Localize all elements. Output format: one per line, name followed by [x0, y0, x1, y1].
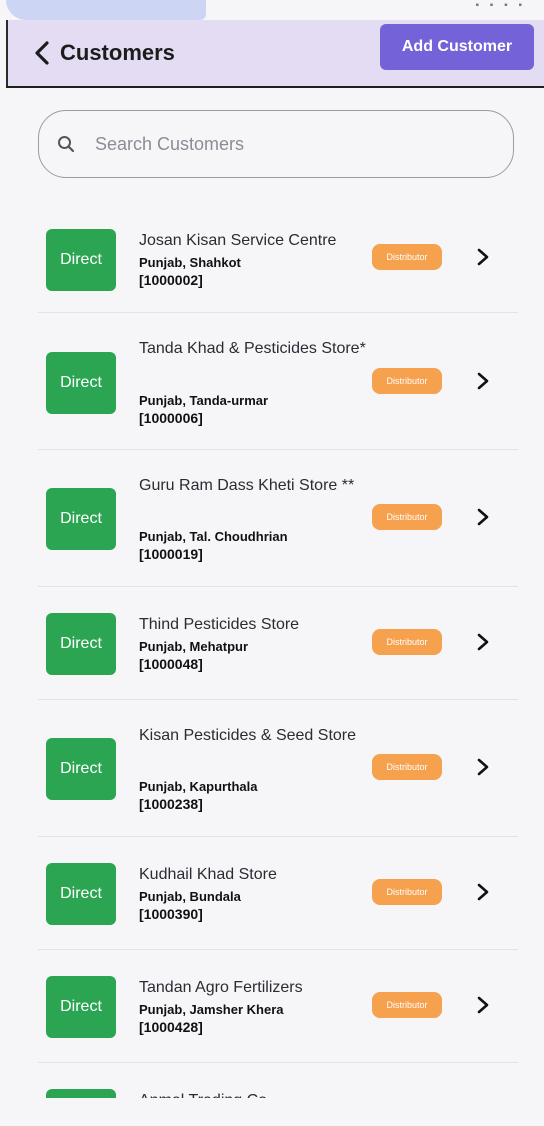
distributor-badge: Distributor — [372, 879, 442, 905]
customer-region: Punjab, Tal. Choudhrian — [139, 529, 288, 544]
customer-name: Tandan Agro Fertilizers — [139, 979, 303, 996]
customer-row[interactable]: Direct Guru Ram Dass Kheti Store ** Punj… — [38, 450, 518, 587]
customer-row[interactable]: Direct Kisan Pesticides & Seed Store Pun… — [38, 700, 518, 837]
direct-badge: Direct — [46, 229, 116, 291]
search-icon — [58, 136, 75, 153]
back-button[interactable] — [28, 36, 56, 70]
add-customer-button[interactable]: Add Customer — [380, 24, 534, 70]
distributor-badge: Distributor — [372, 629, 442, 655]
customer-row[interactable]: Direct Tanda Khad & Pesticides Store* Pu… — [38, 313, 518, 450]
customers-screen: ▪ ▪ ▪ ▪ Customers Add Customer Direct Jo… — [6, 0, 544, 1098]
customer-region: Punjab, Kapurthala — [139, 779, 258, 794]
chevron-right-icon[interactable] — [476, 633, 490, 651]
direct-badge: Direct — [46, 488, 116, 550]
customer-code: [1000238] — [139, 796, 203, 812]
distributor-badge: Distributor — [372, 244, 442, 270]
chevron-right-icon[interactable] — [476, 996, 490, 1014]
chevron-right-icon[interactable] — [476, 758, 490, 776]
customer-region: Punjab, Shahkot — [139, 255, 241, 270]
direct-badge — [46, 1089, 116, 1098]
customer-code: [1000019] — [139, 546, 203, 562]
customer-name: Josan Kisan Service Centre — [139, 232, 337, 249]
customer-code: [1000390] — [139, 906, 203, 922]
customer-row[interactable]: Direct Tandan Agro Fertilizers Punjab, J… — [38, 950, 518, 1063]
distributor-badge: Distributor — [372, 504, 442, 530]
chevron-right-icon[interactable] — [476, 248, 490, 266]
direct-badge: Direct — [46, 613, 116, 675]
header-edge — [6, 20, 8, 86]
customer-region: Punjab, Mehatpur — [139, 639, 249, 654]
customer-code: [1000002] — [139, 272, 203, 288]
direct-badge: Direct — [46, 976, 116, 1038]
customer-name: Tanda Khad & Pesticides Store* — [139, 340, 366, 357]
customer-list: Direct Josan Kisan Service Centre Punjab… — [38, 200, 518, 1098]
customer-code: [1000006] — [139, 410, 203, 426]
chevron-right-icon[interactable] — [476, 508, 490, 526]
page-title: Customers — [60, 40, 175, 65]
customer-row[interactable]: Direct Josan Kisan Service Centre Punjab… — [38, 200, 518, 313]
customer-name: Anmol Trading Co. — [139, 1087, 369, 1098]
chevron-right-icon[interactable] — [476, 883, 490, 901]
chevron-left-icon — [35, 41, 49, 65]
direct-badge: Direct — [46, 863, 116, 925]
customer-region: Punjab, Jamsher Khera — [139, 1002, 284, 1017]
customer-row[interactable]: Direct Kudhail Khad Store Punjab, Bundal… — [38, 837, 518, 950]
app-header: Customers Add Customer — [6, 20, 544, 88]
chevron-right-icon[interactable] — [476, 372, 490, 390]
direct-badge: Direct — [46, 738, 116, 800]
decorative-blob — [6, 0, 206, 20]
distributor-badge: Distributor — [372, 992, 442, 1018]
customer-region: Punjab, Tanda-urmar — [139, 393, 269, 408]
customer-name: Kudhail Khad Store — [139, 866, 277, 883]
customer-code: [1000048] — [139, 656, 203, 672]
customer-region: Punjab, Bundala — [139, 889, 241, 904]
customer-code: [1000428] — [139, 1019, 203, 1035]
customer-row[interactable]: Anmol Trading Co. — [38, 1063, 518, 1098]
distributor-badge: Distributor — [372, 368, 442, 394]
status-bar-icons: ▪ ▪ ▪ ▪ — [475, 0, 526, 11]
search-input[interactable] — [93, 132, 477, 156]
customer-name: Thind Pesticides Store — [139, 616, 300, 633]
customer-name: Guru Ram Dass Kheti Store ** — [139, 477, 355, 494]
search-bar[interactable] — [38, 110, 514, 178]
distributor-badge: Distributor — [372, 754, 442, 780]
direct-badge: Direct — [46, 352, 116, 414]
customer-row[interactable]: Direct Thind Pesticides Store Punjab, Me… — [38, 587, 518, 700]
customer-name: Kisan Pesticides & Seed Store — [139, 727, 357, 744]
